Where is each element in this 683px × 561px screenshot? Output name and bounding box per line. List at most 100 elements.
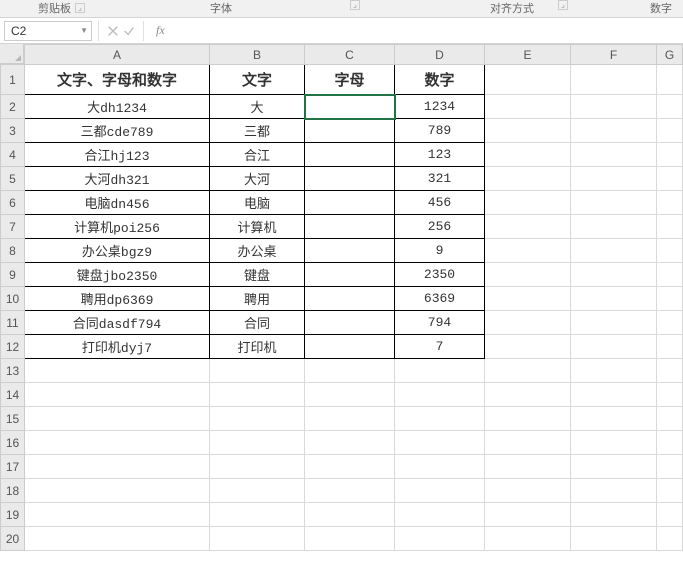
cell-A6[interactable]: 电脑dn456 — [25, 191, 210, 215]
cell-B10[interactable]: 聘用 — [210, 287, 305, 311]
cell-B3[interactable]: 三都 — [210, 119, 305, 143]
cell-D14[interactable] — [395, 383, 485, 407]
cell-G18[interactable] — [657, 479, 683, 503]
cell-D12[interactable]: 7 — [395, 335, 485, 359]
cell-E18[interactable] — [485, 479, 571, 503]
cell-E1[interactable] — [485, 65, 571, 95]
row-header-5[interactable]: 5 — [1, 167, 25, 191]
ribbon-group-font[interactable]: 字体 — [210, 0, 232, 16]
col-header-A[interactable]: A — [25, 45, 210, 65]
cell-A14[interactable] — [25, 383, 210, 407]
cell-D11[interactable]: 794 — [395, 311, 485, 335]
cell-D3[interactable]: 789 — [395, 119, 485, 143]
cell-C12[interactable] — [305, 335, 395, 359]
cell-A5[interactable]: 大河dh321 — [25, 167, 210, 191]
cell-C4[interactable] — [305, 143, 395, 167]
cell-A7[interactable]: 计算机poi256 — [25, 215, 210, 239]
row-header-3[interactable]: 3 — [1, 119, 25, 143]
col-header-B[interactable]: B — [210, 45, 305, 65]
cell-G9[interactable] — [657, 263, 683, 287]
cell-F12[interactable] — [571, 335, 657, 359]
cell-F15[interactable] — [571, 407, 657, 431]
cell-G10[interactable] — [657, 287, 683, 311]
cell-B7[interactable]: 计算机 — [210, 215, 305, 239]
cell-B11[interactable]: 合同 — [210, 311, 305, 335]
cell-F7[interactable] — [571, 215, 657, 239]
cell-E5[interactable] — [485, 167, 571, 191]
cell-E3[interactable] — [485, 119, 571, 143]
cell-D17[interactable] — [395, 455, 485, 479]
cell-A9[interactable]: 键盘jbo2350 — [25, 263, 210, 287]
cell-A19[interactable] — [25, 503, 210, 527]
cell-B5[interactable]: 大河 — [210, 167, 305, 191]
cell-E10[interactable] — [485, 287, 571, 311]
cell-C16[interactable] — [305, 431, 395, 455]
cell-F5[interactable] — [571, 167, 657, 191]
cell-A18[interactable] — [25, 479, 210, 503]
row-header-18[interactable]: 18 — [1, 479, 25, 503]
cell-A20[interactable] — [25, 527, 210, 551]
row-header-10[interactable]: 10 — [1, 287, 25, 311]
cell-A17[interactable] — [25, 455, 210, 479]
cell-F6[interactable] — [571, 191, 657, 215]
cell-C8[interactable] — [305, 239, 395, 263]
cell-E7[interactable] — [485, 215, 571, 239]
cell-G16[interactable] — [657, 431, 683, 455]
cell-C10[interactable] — [305, 287, 395, 311]
cell-D6[interactable]: 456 — [395, 191, 485, 215]
cell-B2[interactable]: 大 — [210, 95, 305, 119]
cell-E12[interactable] — [485, 335, 571, 359]
cell-F20[interactable] — [571, 527, 657, 551]
cell-F16[interactable] — [571, 431, 657, 455]
cell-C19[interactable] — [305, 503, 395, 527]
cell-G5[interactable] — [657, 167, 683, 191]
cell-E8[interactable] — [485, 239, 571, 263]
row-header-6[interactable]: 6 — [1, 191, 25, 215]
cell-D13[interactable] — [395, 359, 485, 383]
cell-G13[interactable] — [657, 359, 683, 383]
cell-B1[interactable]: 文字 — [210, 65, 305, 95]
cell-F19[interactable] — [571, 503, 657, 527]
row-header-16[interactable]: 16 — [1, 431, 25, 455]
cell-C15[interactable] — [305, 407, 395, 431]
cell-D16[interactable] — [395, 431, 485, 455]
cell-B20[interactable] — [210, 527, 305, 551]
cell-B4[interactable]: 合江 — [210, 143, 305, 167]
row-header-11[interactable]: 11 — [1, 311, 25, 335]
dialog-launcher-icon[interactable]: ⌟ — [558, 0, 568, 10]
col-header-F[interactable]: F — [571, 45, 657, 65]
cell-B18[interactable] — [210, 479, 305, 503]
cell-G14[interactable] — [657, 383, 683, 407]
cell-G11[interactable] — [657, 311, 683, 335]
cell-A13[interactable] — [25, 359, 210, 383]
cell-C3[interactable] — [305, 119, 395, 143]
cell-B16[interactable] — [210, 431, 305, 455]
cell-G3[interactable] — [657, 119, 683, 143]
cell-F3[interactable] — [571, 119, 657, 143]
row-header-2[interactable]: 2 — [1, 95, 25, 119]
cell-F8[interactable] — [571, 239, 657, 263]
col-header-C[interactable]: C — [305, 45, 395, 65]
cell-F13[interactable] — [571, 359, 657, 383]
col-header-E[interactable]: E — [485, 45, 571, 65]
cell-G2[interactable] — [657, 95, 683, 119]
cell-D19[interactable] — [395, 503, 485, 527]
row-header-19[interactable]: 19 — [1, 503, 25, 527]
row-header-17[interactable]: 17 — [1, 455, 25, 479]
cell-D18[interactable] — [395, 479, 485, 503]
row-header-9[interactable]: 9 — [1, 263, 25, 287]
cell-E14[interactable] — [485, 383, 571, 407]
cell-B19[interactable] — [210, 503, 305, 527]
cell-F11[interactable] — [571, 311, 657, 335]
cell-A4[interactable]: 合江hj123 — [25, 143, 210, 167]
cell-E6[interactable] — [485, 191, 571, 215]
cell-D8[interactable]: 9 — [395, 239, 485, 263]
cell-B12[interactable]: 打印机 — [210, 335, 305, 359]
cell-F14[interactable] — [571, 383, 657, 407]
cell-D5[interactable]: 321 — [395, 167, 485, 191]
col-header-G[interactable]: G — [657, 45, 683, 65]
cell-C18[interactable] — [305, 479, 395, 503]
ribbon-group-number[interactable]: 数字 — [650, 0, 672, 16]
row-header-7[interactable]: 7 — [1, 215, 25, 239]
cell-C7[interactable] — [305, 215, 395, 239]
